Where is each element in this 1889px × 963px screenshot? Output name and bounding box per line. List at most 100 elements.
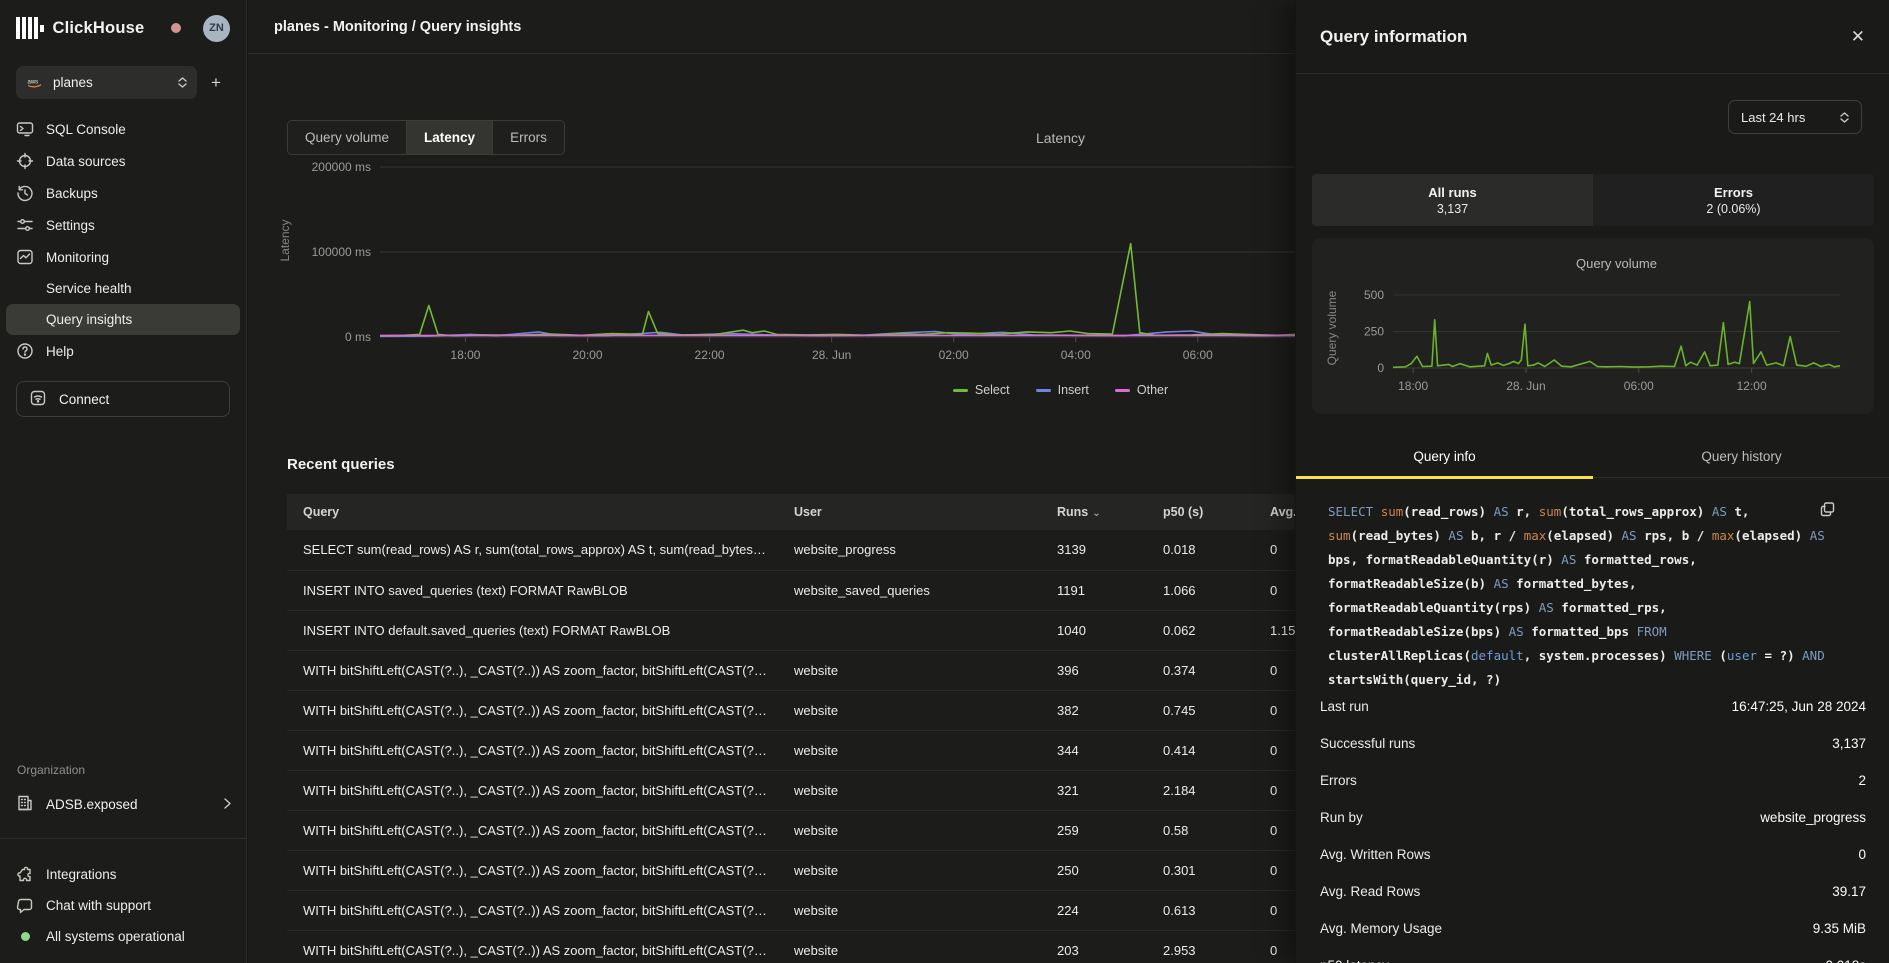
sql-token: AND — [1802, 648, 1825, 663]
user-cell: website — [778, 690, 1041, 730]
user-cell: website — [778, 810, 1041, 850]
stat-label: Avg. Written Rows — [1320, 847, 1431, 862]
svg-text:12:00: 12:00 — [1737, 379, 1767, 393]
toggle-errors[interactable]: Errors 2 (0.06%) — [1593, 174, 1874, 226]
p50-cell: 0.745 — [1147, 690, 1254, 730]
close-icon[interactable]: ✕ — [1851, 28, 1865, 45]
system-status-label: All systems operational — [46, 929, 185, 944]
p50-cell: 0.301 — [1147, 850, 1254, 890]
sql-token: clusterAllReplicas( — [1328, 648, 1471, 663]
user-cell — [778, 610, 1041, 650]
sql-token: AS — [1494, 576, 1517, 591]
runs-cell: 396 — [1041, 650, 1147, 690]
stat-value: 2 — [1858, 773, 1866, 788]
stat-row: Avg. Memory Usage 9.35 MiB — [1320, 910, 1866, 947]
sidebar-item-integrations[interactable]: Integrations — [0, 859, 247, 890]
connect-button-label: Connect — [59, 392, 109, 407]
sql-token: default — [1471, 648, 1524, 663]
add-service-button[interactable]: + — [202, 69, 230, 97]
service-selector[interactable]: aws planes — [16, 66, 197, 99]
status-ok-icon — [16, 928, 34, 946]
column-header-user[interactable]: User — [778, 494, 1041, 530]
sql-token: AS — [1539, 600, 1562, 615]
svg-text:250: 250 — [1364, 325, 1384, 339]
legend-item-insert[interactable]: Insert — [1036, 383, 1089, 397]
query-cell: INSERT INTO default.saved_queries (text)… — [287, 610, 778, 650]
runs-errors-toggle: All runs 3,137 Errors 2 (0.06%) — [1312, 174, 1874, 226]
sidebar-item-help[interactable]: Help — [0, 335, 246, 367]
runs-cell: 344 — [1041, 730, 1147, 770]
query-volume-card: Query volume025050018:0028. Jun06:0012:0… — [1312, 238, 1874, 414]
sidebar-item-settings[interactable]: Settings — [0, 209, 246, 241]
stat-row: Avg. Read Rows39.17 — [1320, 873, 1866, 910]
sidebar-item-service-health[interactable]: Service health — [0, 273, 246, 304]
chevron-updown-icon — [1840, 112, 1849, 123]
organization-icon — [16, 794, 34, 815]
svg-text:06:00: 06:00 — [1624, 379, 1654, 393]
svg-text:28. Jun: 28. Jun — [812, 348, 851, 362]
sidebar-item-query-insights[interactable]: Query insights — [6, 304, 240, 335]
runs-cell: 1040 — [1041, 610, 1147, 650]
sidebar-item-chat-support[interactable]: Chat with support — [0, 890, 247, 921]
query-cell: WITH bitShiftLeft(CAST(?..), _CAST(?..))… — [287, 770, 778, 810]
sql-token: sum — [1328, 528, 1351, 543]
clickhouse-logo-icon[interactable] — [16, 17, 44, 39]
stat-value: 0 — [1858, 847, 1866, 862]
svg-text:20:00: 20:00 — [572, 348, 602, 362]
sidebar-item-monitoring[interactable]: Monitoring — [0, 241, 246, 273]
sidebar-item-sql-console[interactable]: SQL Console — [0, 113, 246, 145]
svg-text:200000 ms: 200000 ms — [312, 160, 371, 174]
runs-cell: 321 — [1041, 770, 1147, 810]
sql-code-block: SELECT sum(read_rows) AS r, sum(total_ro… — [1328, 500, 1828, 692]
user-cell: website_saved_queries — [778, 570, 1041, 610]
sql-token: user — [1727, 648, 1757, 663]
stat-label: Avg. Memory Usage — [1320, 921, 1442, 936]
chevron-right-icon — [224, 797, 231, 812]
svg-text:Query volume: Query volume — [1325, 290, 1339, 365]
user-cell: website_progress — [778, 530, 1041, 570]
sql-token: (read_bytes) — [1351, 528, 1449, 543]
query-cell: WITH bitShiftLeft(CAST(?..), _CAST(?..))… — [287, 730, 778, 770]
copy-icon[interactable] — [1820, 502, 1835, 522]
sidebar-item-system-status[interactable]: All systems operational — [0, 921, 247, 952]
svg-text:22:00: 22:00 — [695, 348, 725, 362]
tab-query-history[interactable]: Query history — [1593, 436, 1889, 477]
sidebar-item-data-sources[interactable]: Data sources — [0, 145, 246, 177]
p50-cell: 0.018 — [1147, 530, 1254, 570]
sql-token: AS — [1561, 552, 1584, 567]
sql-token: (read_rows) — [1403, 504, 1493, 519]
connect-button[interactable]: Connect — [16, 381, 230, 417]
column-header-p50[interactable]: p50 (s) — [1147, 494, 1254, 530]
terminal-icon — [16, 120, 34, 138]
query-cell: SELECT sum(read_rows) AS r, sum(total_ro… — [287, 530, 778, 570]
user-avatar[interactable]: ZN — [203, 15, 230, 42]
sidebar: ClickHouse ZN aws planes + SQL Console D… — [0, 0, 247, 963]
stat-row: Successful runs 3,137 — [1320, 725, 1866, 762]
stat-label: Errors — [1320, 773, 1357, 788]
sql-token: sum — [1539, 504, 1562, 519]
sql-token: max — [1712, 528, 1735, 543]
stat-label: Run by — [1320, 810, 1363, 825]
legend-item-select[interactable]: Select — [953, 383, 1010, 397]
column-header-runs[interactable]: Runs⌄ — [1041, 494, 1147, 530]
organization-item[interactable]: ADSB.exposed — [0, 788, 247, 820]
legend-item-other[interactable]: Other — [1115, 383, 1168, 397]
user-cell: website — [778, 730, 1041, 770]
time-range-selector[interactable]: Last 24 hrs — [1728, 100, 1862, 134]
sidebar-item-backups[interactable]: Backups — [0, 177, 246, 209]
stat-row: p50 latency0.018s — [1320, 947, 1866, 963]
svg-text:100000 ms: 100000 ms — [312, 245, 371, 259]
sql-token: (elapsed) — [1734, 528, 1809, 543]
sql-token: AS — [1494, 504, 1517, 519]
p50-cell: 0.062 — [1147, 610, 1254, 650]
sql-token: sum — [1381, 504, 1404, 519]
svg-text:06:00: 06:00 — [1183, 348, 1213, 362]
sql-token: AS — [1810, 528, 1825, 543]
stat-value: 3,137 — [1832, 736, 1866, 751]
column-header-query[interactable]: Query — [287, 494, 778, 530]
time-range-value: Last 24 hrs — [1741, 110, 1830, 125]
tab-query-info[interactable]: Query info — [1296, 436, 1593, 477]
toggle-all-runs[interactable]: All runs 3,137 — [1312, 174, 1593, 226]
stat-value: 9.35 MiB — [1813, 921, 1866, 936]
stat-label: Successful runs — [1320, 736, 1415, 751]
